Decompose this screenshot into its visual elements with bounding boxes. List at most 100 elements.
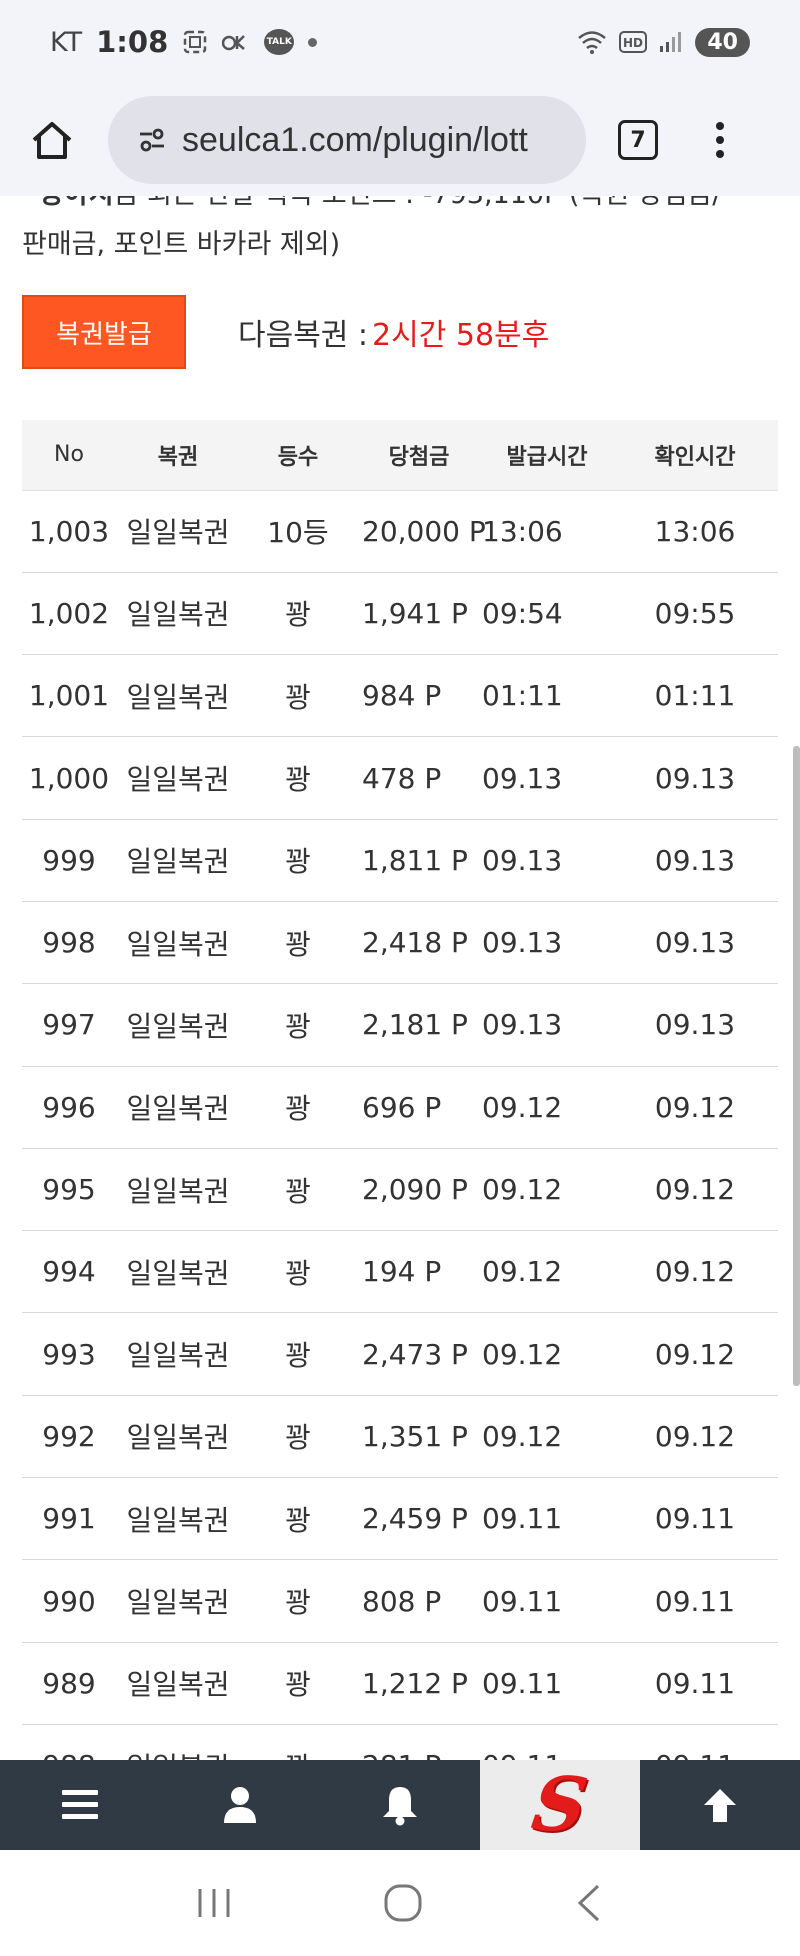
cell-lottery: 일일복권	[116, 983, 240, 1067]
points-summary-line2: 판매금, 포인트 바카라 제외)	[22, 229, 341, 260]
cell-checked-time: 09:55	[612, 572, 778, 656]
status-bar: KT 1:08 TALK HD 40	[0, 0, 800, 84]
cell-no: 988	[22, 1724, 116, 1760]
cell-prize: 1,941 P	[356, 572, 482, 656]
cell-checked-time: 09.11	[612, 1559, 778, 1643]
next-lottery-label: 다음복권 :	[238, 318, 369, 353]
cell-no: 993	[22, 1312, 116, 1396]
cell-lottery: 일일복권	[116, 1559, 240, 1643]
nav-scroll-top-button[interactable]	[640, 1760, 800, 1850]
cell-no: 999	[22, 819, 116, 902]
cell-issued-time: 09.12	[482, 1066, 612, 1149]
cell-checked-time: 09.11	[612, 1724, 778, 1760]
table-row: 1,000 일일복권 꽝 478 P 09.13 09.13	[22, 736, 778, 820]
table-row: 1,003 일일복권 10등 20,000 P 13:06 13:06	[22, 490, 778, 573]
cell-checked-time: 09.12	[612, 1066, 778, 1149]
back-chevron-icon	[578, 1884, 600, 1922]
cell-checked-time: 09.11	[612, 1477, 778, 1561]
cell-checked-time: 09.13	[612, 901, 778, 985]
back-button[interactable]	[574, 1883, 604, 1923]
cell-issued-time: 09.11	[482, 1477, 612, 1561]
user-name: 장아지	[39, 196, 114, 210]
cell-prize: 984 P	[356, 654, 482, 738]
cell-prize: 2,473 P	[356, 1312, 482, 1396]
cell-rank: 꽝	[240, 1066, 356, 1149]
table-row: 996 일일복권 꽝 696 P 09.12 09.12	[22, 1066, 778, 1149]
table-row: 994 일일복권 꽝 194 P 09.12 09.12	[22, 1230, 778, 1314]
cell-checked-time: 09.13	[612, 819, 778, 902]
url-text[interactable]: seulca1.com/plugin/lott	[182, 121, 528, 160]
next-lottery-countdown: 2시간 58분후	[372, 318, 550, 353]
battery-level: 40	[695, 27, 750, 57]
cell-no: 1,002	[22, 572, 116, 656]
cell-issued-time: 01:11	[482, 654, 612, 738]
home-system-button[interactable]	[383, 1883, 423, 1923]
cell-no: 992	[22, 1395, 116, 1479]
cell-rank: 꽝	[240, 1724, 356, 1760]
cell-prize: 2,090 P	[356, 1148, 482, 1232]
table-row: 995 일일복권 꽝 2,090 P 09.12 09.12	[22, 1148, 778, 1232]
cell-rank: 꽝	[240, 1230, 356, 1314]
cell-lottery: 일일복권	[116, 654, 240, 738]
bottom-navigation: S	[0, 1760, 800, 1850]
table-body: 1,003 일일복권 10등 20,000 P 13:06 13:06 1,002 일일복권 꽝…	[22, 490, 778, 1760]
cell-issued-time: 09.11	[482, 1724, 612, 1760]
cell-prize: 696 P	[356, 1066, 482, 1149]
cell-rank: 10등	[240, 490, 356, 573]
cell-no: 989	[22, 1642, 116, 1725]
hd-voice-icon: HD	[619, 31, 648, 53]
header-issued-time: 발급시간	[482, 420, 612, 491]
cell-prize: 20,000 P	[356, 490, 486, 573]
user-icon	[224, 1787, 256, 1823]
address-bar[interactable]: seulca1.com/plugin/lott	[108, 96, 586, 184]
cell-rank: 꽝	[240, 901, 356, 985]
cell-prize: 194 P	[356, 1230, 482, 1314]
cell-lottery: 일일복권	[116, 1395, 240, 1479]
table-row: 990 일일복권 꽝 808 P 09.11 09.11	[22, 1559, 778, 1643]
header-checked-time: 확인시간	[612, 420, 778, 491]
browser-menu-button[interactable]	[716, 122, 724, 158]
nav-menu-button[interactable]	[0, 1760, 160, 1850]
site-settings-icon[interactable]	[138, 127, 166, 153]
nav-notification-button[interactable]	[320, 1760, 480, 1850]
cell-issued-time: 09.12	[482, 1312, 612, 1396]
cell-issued-time: 09.11	[482, 1642, 612, 1725]
recent-apps-icon	[198, 1889, 230, 1917]
home-button[interactable]	[22, 110, 82, 170]
cell-rank: 꽝	[240, 572, 356, 656]
cell-rank: 꽝	[240, 819, 356, 902]
cell-lottery: 일일복권	[116, 490, 240, 573]
cell-rank: 꽝	[240, 654, 356, 738]
cell-no: 998	[22, 901, 116, 985]
cell-issued-time: 13:06	[482, 490, 612, 573]
menu-icon	[62, 1790, 98, 1819]
arrow-up-icon	[704, 1789, 736, 1822]
cell-no: 990	[22, 1559, 116, 1643]
table-row: 1,001 일일복권 꽝 984 P 01:11 01:11	[22, 654, 778, 738]
carrier-label: KT	[50, 26, 83, 58]
site-logo-button[interactable]: S	[480, 1760, 640, 1850]
cell-rank: 꽝	[240, 1395, 356, 1479]
home-icon	[32, 122, 72, 159]
header-lottery: 복권	[116, 420, 240, 491]
nav-user-button[interactable]	[160, 1760, 320, 1850]
table-row: 998 일일복권 꽝 2,418 P 09.13 09.13	[22, 901, 778, 985]
cell-checked-time: 09.13	[612, 983, 778, 1067]
issue-lottery-button[interactable]: 복권발급	[22, 295, 186, 369]
cell-prize: 1,811 P	[356, 819, 482, 902]
table-row: 991 일일복권 꽝 2,459 P 09.11 09.11	[22, 1477, 778, 1561]
table-row: 988일일복권꽝281 P09.1109.11	[22, 1724, 778, 1760]
recent-apps-button[interactable]	[196, 1885, 232, 1921]
lottery-history-table: No 복권 등수 당첨금 발급시간 확인시간 1,003 일일복권 10등 20,00…	[22, 420, 778, 1760]
page-scrollbar[interactable]	[793, 746, 800, 1386]
cell-no: 994	[22, 1230, 116, 1314]
tab-switcher-button[interactable]: 7	[618, 120, 658, 160]
cell-checked-time: 09.12	[612, 1395, 778, 1479]
points-summary-text: 금 최근 한달 획득 포인트 : -793,110P (복권 당첨금/	[114, 196, 722, 210]
status-left: KT 1:08 TALK	[50, 25, 318, 59]
cell-issued-time: 09.11	[482, 1559, 612, 1643]
more-vert-icon	[716, 122, 724, 130]
cell-lottery: 일일복권	[116, 736, 240, 820]
cell-issued-time: 09.12	[482, 1148, 612, 1232]
page-content: · 장아지금 최근 한달 획득 포인트 : -793,110P (복권 당첨금/…	[0, 196, 800, 1760]
